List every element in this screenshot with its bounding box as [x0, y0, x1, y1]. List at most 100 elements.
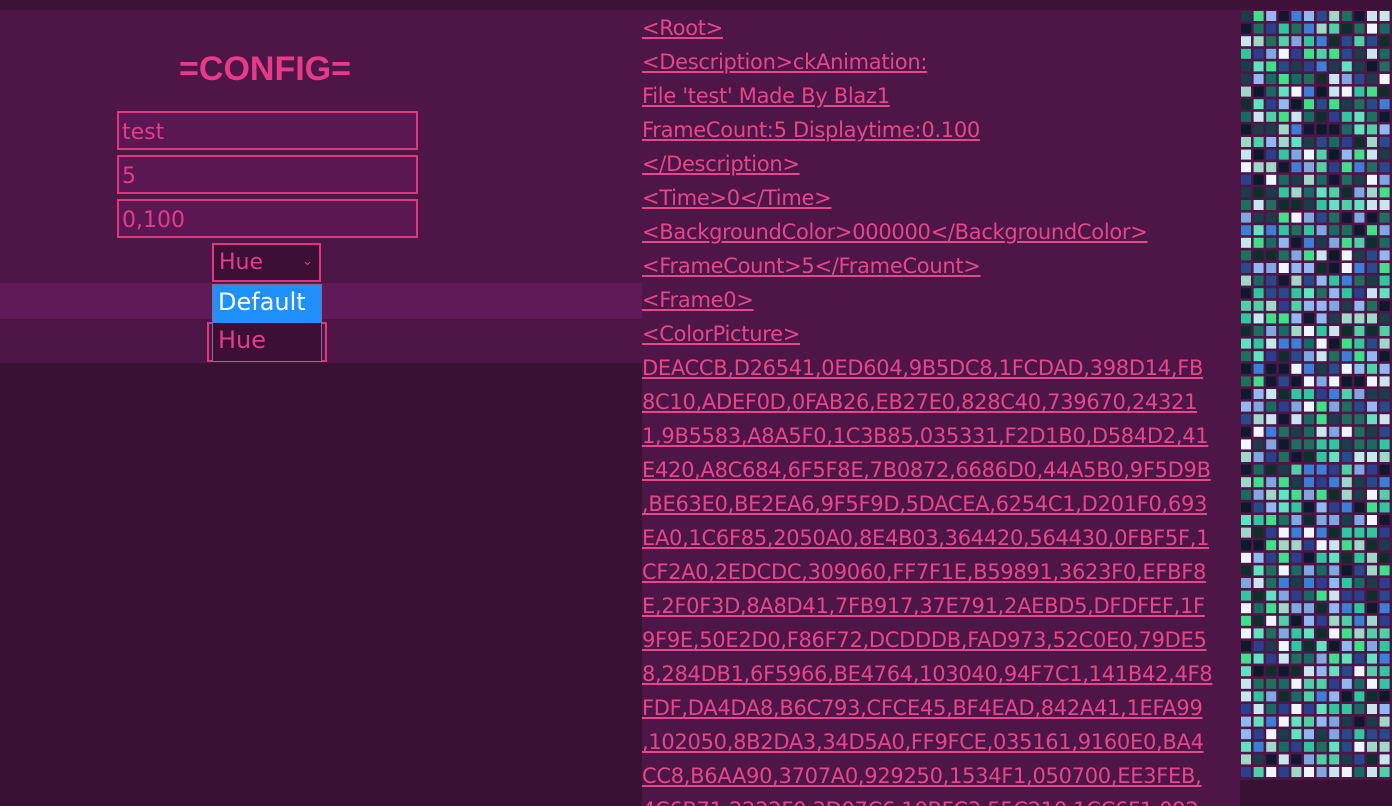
pixel-cell	[1278, 767, 1289, 777]
pixel-cell	[1266, 99, 1277, 110]
pixel-cell	[1291, 590, 1302, 601]
pixel-cell	[1266, 124, 1277, 135]
pixel-cell	[1304, 263, 1314, 273]
pixel-cell	[1291, 338, 1302, 349]
color-data-line[interactable]: 9F9E,50E2D0,F86F72,DCDDDB,FAD973,52C0E0,…	[642, 623, 1240, 657]
pixel-cell	[1253, 628, 1264, 639]
option-default[interactable]: Default	[213, 285, 321, 323]
pixel-cell	[1367, 426, 1377, 437]
pixel-cell	[1304, 86, 1314, 97]
pixel-cell	[1241, 477, 1251, 488]
pixel-cell	[1253, 489, 1264, 500]
pixel-cell	[1354, 263, 1365, 273]
pixel-cell	[1253, 767, 1264, 777]
xml-line[interactable]: <ColorPicture>	[642, 317, 1240, 351]
pixel-cell	[1341, 401, 1352, 412]
color-data-line[interactable]: 8,284DB1,6F5966,BE4764,103040,94F7C1,141…	[642, 657, 1240, 691]
color-data-line[interactable]: EA0,1C6F85,2050A0,8E4B03,364420,564430,0…	[642, 521, 1240, 555]
pixel-cell	[1354, 767, 1365, 777]
color-data-line[interactable]: CC8,B6AA90,3707A0,929250,1534F1,050700,E…	[642, 759, 1240, 793]
pixel-cell	[1354, 237, 1365, 248]
pixel-cell	[1241, 187, 1251, 198]
color-data-line[interactable]: ,102050,8B2DA3,34D5A0,FF9FCE,035161,9160…	[642, 725, 1240, 759]
pixel-cell	[1354, 666, 1365, 677]
color-data-line[interactable]: DEACCB,D26541,0ED604,9B5DC8,1FCDAD,398D1…	[642, 351, 1240, 385]
pixel-cell	[1367, 615, 1377, 626]
pixel-cell	[1341, 615, 1352, 626]
color-data-line[interactable]: 1,9B5583,A8A5F0,1C3B85,035331,F2D1B0,D58…	[642, 419, 1240, 453]
pixel-cell	[1278, 641, 1289, 651]
pixel-cell	[1291, 704, 1302, 714]
xml-line[interactable]: <FrameCount>5</FrameCount>	[642, 249, 1240, 283]
pixel-cell	[1278, 263, 1289, 273]
pixel-cell	[1241, 363, 1251, 374]
pixel-cell	[1329, 477, 1340, 488]
config-title: =CONFIG=	[179, 50, 351, 88]
pixel-cell	[1367, 162, 1377, 173]
display-time-input[interactable]: 0,100	[117, 199, 418, 238]
xml-line[interactable]: <Time>0</Time>	[642, 181, 1240, 215]
pixel-cell	[1253, 363, 1264, 374]
mode-select[interactable]: Hue ⌄	[212, 243, 321, 282]
color-data-line[interactable]: CF2A0,2EDCDC,309060,FF7F1E,B59891,3623F0…	[642, 555, 1240, 589]
pixel-cell	[1367, 48, 1377, 59]
xml-line[interactable]: <Frame0>	[642, 283, 1240, 317]
color-data-line[interactable]: E,2F0F3D,8A8D41,7FB917,37E791,2AEBD5,DFD…	[642, 589, 1240, 623]
frame-count-input[interactable]: 5	[117, 155, 418, 194]
file-name-input[interactable]: test	[117, 111, 418, 150]
pixel-cell	[1291, 326, 1302, 336]
xml-line[interactable]: FrameCount:5 Displaytime:0.100	[642, 113, 1240, 147]
pixel-cell	[1266, 653, 1277, 664]
xml-line[interactable]: </Description>	[642, 147, 1240, 181]
pixel-cell	[1341, 489, 1352, 500]
pixel-cell	[1341, 225, 1352, 236]
xml-line[interactable]: <Description>ckAnimation:	[642, 45, 1240, 79]
pixel-cell	[1304, 464, 1314, 475]
pixel-cell	[1367, 767, 1377, 777]
pixel-cell	[1266, 628, 1277, 639]
pixel-cell	[1266, 48, 1277, 59]
pixel-cell	[1241, 603, 1251, 614]
pixel-cell	[1291, 767, 1302, 777]
pixel-cell	[1341, 767, 1352, 777]
pixel-cell	[1316, 61, 1327, 72]
color-data-line[interactable]: 4C6B71,2222F0,3D07C6,10BFC3,55C210,1CC6F…	[642, 793, 1240, 806]
pixel-cell	[1316, 691, 1327, 702]
pixel-cell	[1304, 615, 1314, 626]
pixel-cell	[1329, 111, 1340, 122]
pixel-cell	[1354, 477, 1365, 488]
pixel-cell	[1379, 124, 1390, 135]
pixel-cell	[1379, 149, 1390, 160]
pixel-cell	[1329, 489, 1340, 500]
pixel-cell	[1278, 212, 1289, 223]
pixel-cell	[1379, 200, 1390, 210]
pixel-cell	[1291, 275, 1302, 286]
xml-line[interactable]: File 'test' Made By Blaz1	[642, 79, 1240, 113]
pixel-cell	[1379, 225, 1390, 236]
option-hue[interactable]: Hue	[213, 323, 321, 361]
pixel-cell	[1291, 489, 1302, 500]
pixel-cell	[1379, 363, 1390, 374]
pixel-cell	[1278, 704, 1289, 714]
pixel-cell	[1241, 351, 1251, 362]
pixel-cell	[1341, 237, 1352, 248]
pixel-cell	[1367, 237, 1377, 248]
color-data-line[interactable]: E420,A8C684,6F5F8E,7B0872,6686D0,44A5B0,…	[642, 453, 1240, 487]
pixel-cell	[1304, 716, 1314, 727]
pixel-cell	[1241, 426, 1251, 437]
pixel-cell	[1241, 741, 1251, 752]
xml-line[interactable]: <Root>	[642, 11, 1240, 45]
pixel-cell	[1341, 704, 1352, 714]
xml-output-panel: <Root> <Description>ckAnimation: File 't…	[642, 10, 1240, 806]
pixel-cell	[1354, 212, 1365, 223]
pixel-cell	[1367, 376, 1377, 387]
pixel-cell	[1278, 23, 1289, 34]
color-data-line[interactable]: FDF,DA4DA8,B6C793,CFCE45,BF4EAD,842A41,1…	[642, 691, 1240, 725]
pixel-cell	[1241, 212, 1251, 223]
xml-line[interactable]: <BackgroundColor>000000</BackgroundColor…	[642, 215, 1240, 249]
pixel-cell	[1241, 452, 1251, 462]
color-data-line[interactable]: 8C10,ADEF0D,0FAB26,EB27E0,828C40,739670,…	[642, 385, 1240, 419]
pixel-cell	[1367, 275, 1377, 286]
mode-dropdown-list[interactable]: Default Hue	[212, 284, 322, 362]
color-data-line[interactable]: ,BE63E0,BE2EA6,9F5F9D,5DACEA,6254C1,D201…	[642, 487, 1240, 521]
